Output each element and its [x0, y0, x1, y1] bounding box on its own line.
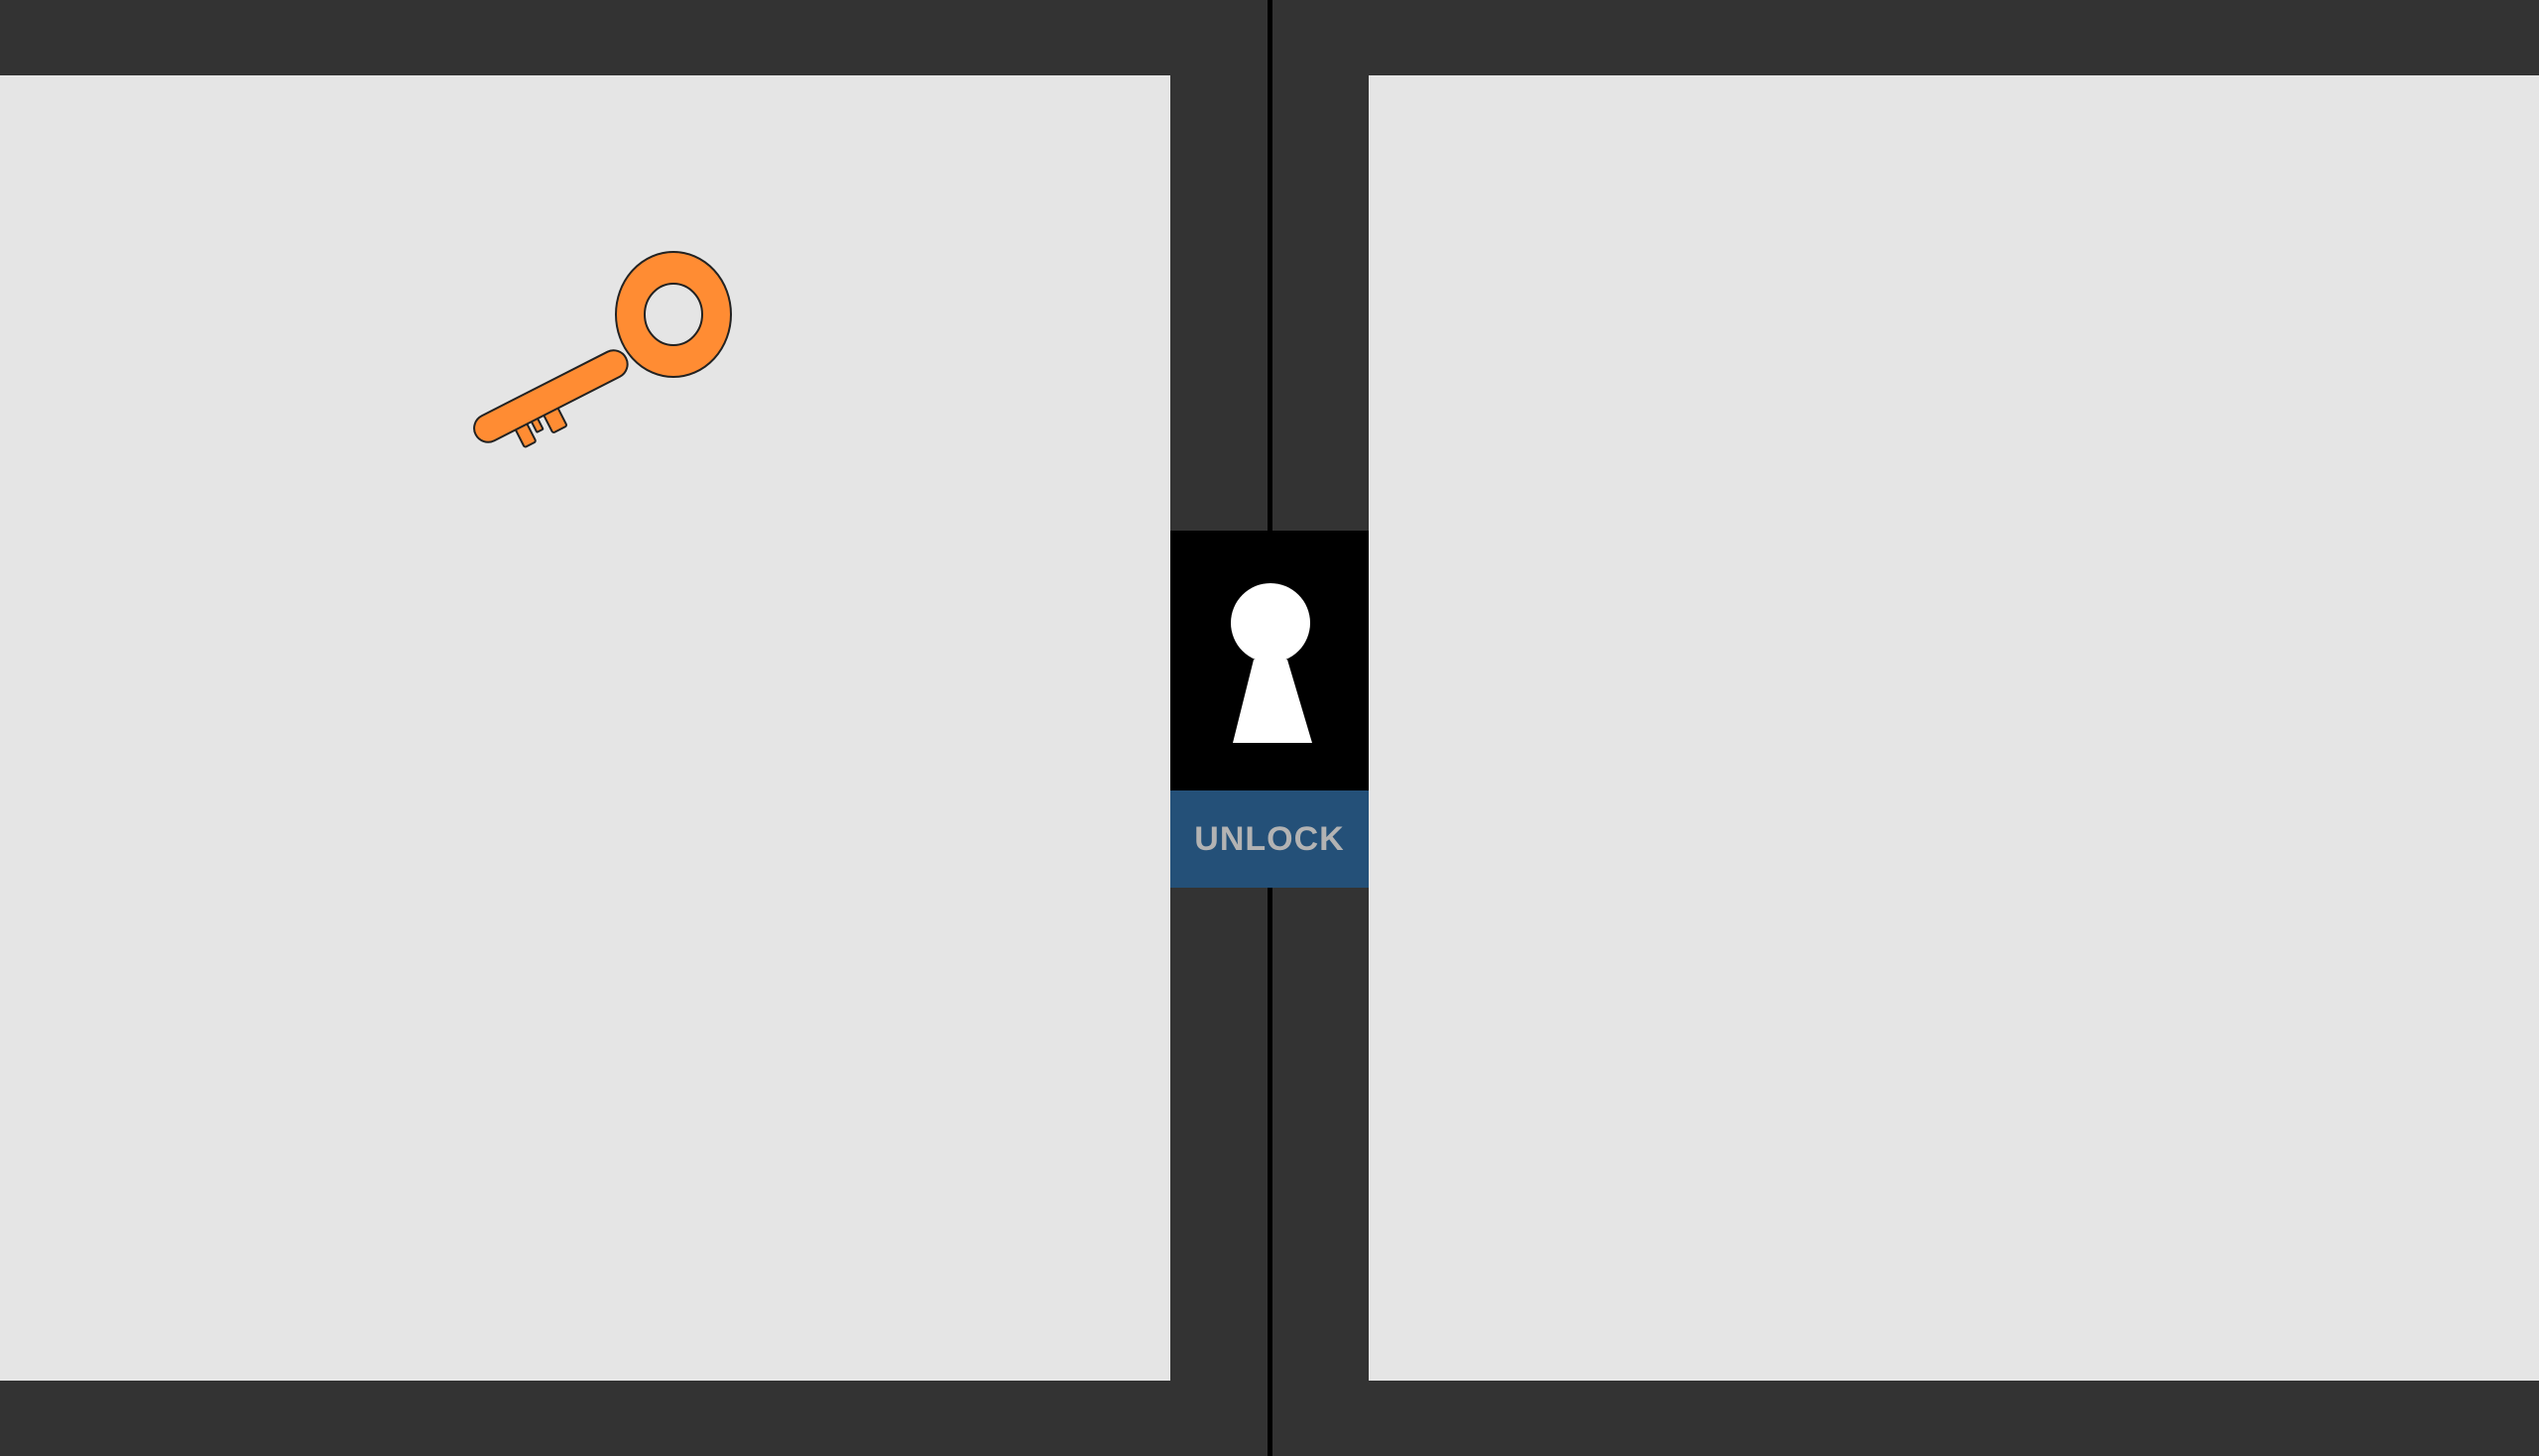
unlock-button[interactable]: UNLOCK	[1170, 790, 1369, 888]
keyhole-icon	[1231, 583, 1312, 743]
key-icon[interactable]	[466, 243, 744, 456]
right-room	[1369, 75, 2539, 1381]
lock-plate[interactable]	[1170, 531, 1369, 790]
game-stage: UNLOCK	[0, 0, 2539, 1456]
